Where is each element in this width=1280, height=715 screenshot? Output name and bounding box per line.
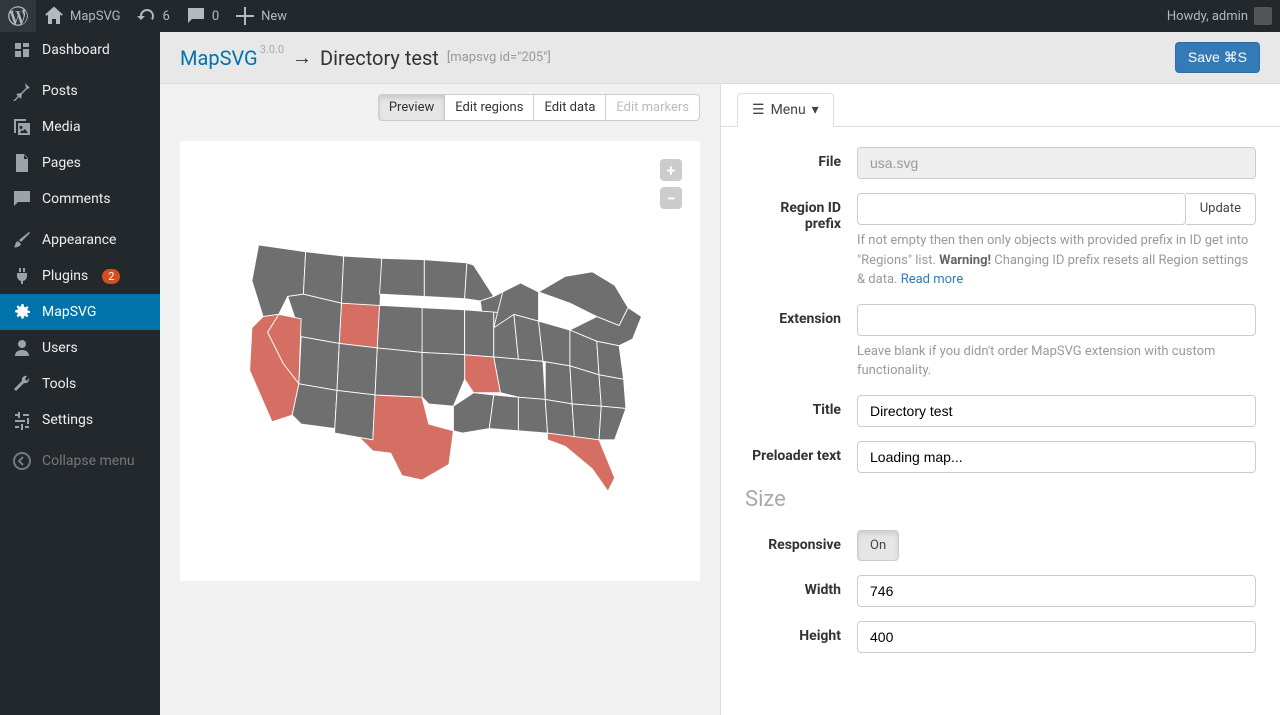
sliders-icon xyxy=(12,410,32,430)
prefix-label: Region ID prefix xyxy=(745,193,857,290)
comments-icon xyxy=(12,189,32,209)
site-link[interactable]: MapSVG xyxy=(36,0,129,32)
new-link[interactable]: New xyxy=(227,0,295,32)
sidebar-item-label: Dashboard xyxy=(42,42,110,58)
account-link[interactable]: Howdy, admin xyxy=(1167,7,1280,25)
caret-down-icon: ▾ xyxy=(812,102,819,118)
page-titlebar: MapSVG 3.0.0 → Directory test [mapsvg id… xyxy=(160,32,1280,84)
shortcode: [mapsvg id="205"] xyxy=(447,50,551,65)
responsive-toggle[interactable]: On xyxy=(857,530,899,561)
menu-label: Menu xyxy=(771,102,806,118)
height-label: Height xyxy=(745,621,857,653)
new-label: New xyxy=(261,9,287,24)
preloader-input[interactable] xyxy=(857,441,1256,473)
tab-preview[interactable]: Preview xyxy=(378,94,445,121)
sidebar-item-dashboard[interactable]: Dashboard xyxy=(0,32,160,68)
map-tabs: Preview Edit regions Edit data Edit mark… xyxy=(378,94,700,121)
extension-label: Extension xyxy=(745,304,857,381)
tab-edit-data[interactable]: Edit data xyxy=(533,94,606,121)
zoom-in-button[interactable]: + xyxy=(660,159,682,181)
sidebar-item-pages[interactable]: Pages xyxy=(0,145,160,181)
media-icon xyxy=(12,117,32,137)
preloader-label: Preloader text xyxy=(745,441,857,473)
extension-input[interactable] xyxy=(857,304,1256,336)
menu-dropdown[interactable]: ☰ Menu ▾ xyxy=(737,93,834,127)
prefix-input[interactable] xyxy=(857,193,1186,225)
title-input[interactable] xyxy=(857,395,1256,427)
wrench-icon xyxy=(12,374,32,394)
page-icon xyxy=(12,153,32,173)
sidebar-item-media[interactable]: Media xyxy=(0,109,160,145)
updates-count: 6 xyxy=(163,9,170,24)
sidebar-item-label: MapSVG xyxy=(42,304,96,320)
tab-edit-markers: Edit markers xyxy=(605,94,700,121)
comments-count: 0 xyxy=(212,9,219,24)
map-container: + − xyxy=(180,141,700,581)
settings-pane: ☰ Menu ▾ File Region ID prefix Update xyxy=(720,84,1280,715)
version: 3.0.0 xyxy=(260,43,284,56)
zoom-out-button[interactable]: − xyxy=(660,187,682,209)
size-heading: Size xyxy=(745,487,1256,512)
hamburger-icon: ☰ xyxy=(752,102,765,118)
comments-link[interactable]: 0 xyxy=(178,0,227,32)
brand-link[interactable]: MapSVG xyxy=(180,46,258,70)
page-title: Directory test xyxy=(320,46,439,70)
breadcrumb-arrow: → xyxy=(292,45,312,70)
collapse-icon xyxy=(12,451,32,471)
admin-bar: MapSVG 6 0 New Howdy, admin xyxy=(0,0,1280,32)
prefix-help: If not empty then then only objects with… xyxy=(857,231,1256,290)
sidebar-item-plugins[interactable]: Plugins 2 xyxy=(0,258,160,294)
sidebar-item-label: Pages xyxy=(42,155,81,171)
main-content: MapSVG 3.0.0 → Directory test [mapsvg id… xyxy=(160,32,1280,715)
map-pane: Preview Edit regions Edit data Edit mark… xyxy=(160,84,720,715)
save-button[interactable]: Save ⌘S xyxy=(1175,42,1260,73)
responsive-label: Responsive xyxy=(745,530,857,561)
sidebar-item-label: Settings xyxy=(42,412,93,428)
update-button[interactable]: Update xyxy=(1186,193,1256,225)
updates-link[interactable]: 6 xyxy=(129,0,178,32)
sidebar-item-label: Comments xyxy=(42,191,111,207)
usa-map[interactable] xyxy=(225,227,655,496)
plug-icon xyxy=(12,266,32,286)
extension-help: Leave blank if you didn't order MapSVG e… xyxy=(857,342,1256,381)
width-label: Width xyxy=(745,575,857,607)
sidebar-item-settings[interactable]: Settings xyxy=(0,402,160,438)
sidebar-item-label: Posts xyxy=(42,83,78,99)
tab-edit-regions[interactable]: Edit regions xyxy=(444,94,534,121)
avatar xyxy=(1254,7,1272,25)
user-icon xyxy=(12,338,32,358)
sidebar-item-label: Tools xyxy=(42,376,76,392)
sidebar-item-label: Collapse menu xyxy=(42,453,135,469)
sidebar-item-label: Users xyxy=(42,340,78,356)
height-input[interactable] xyxy=(857,621,1256,653)
gear-icon xyxy=(12,302,32,322)
sidebar-item-comments[interactable]: Comments xyxy=(0,181,160,217)
sidebar-item-posts[interactable]: Posts xyxy=(0,73,160,109)
dashboard-icon xyxy=(12,40,32,60)
sidebar-item-label: Appearance xyxy=(42,232,116,248)
file-label: File xyxy=(745,147,857,179)
brush-icon xyxy=(12,230,32,250)
admin-sidebar: Dashboard Posts Media Pages Comments App… xyxy=(0,32,160,715)
sidebar-item-mapsvg[interactable]: MapSVG xyxy=(0,294,160,330)
sidebar-item-tools[interactable]: Tools xyxy=(0,366,160,402)
sidebar-collapse[interactable]: Collapse menu xyxy=(0,443,160,479)
pin-icon xyxy=(12,81,32,101)
comment-icon xyxy=(186,6,206,26)
file-input xyxy=(857,147,1256,179)
sidebar-item-label: Media xyxy=(42,119,81,135)
width-input[interactable] xyxy=(857,575,1256,607)
sidebar-item-label: Plugins xyxy=(42,268,88,284)
greeting: Howdy, admin xyxy=(1167,9,1248,24)
sidebar-item-appearance[interactable]: Appearance xyxy=(0,222,160,258)
plugins-badge: 2 xyxy=(102,269,120,284)
sidebar-item-users[interactable]: Users xyxy=(0,330,160,366)
wp-logo[interactable] xyxy=(0,0,36,32)
update-icon xyxy=(137,6,157,26)
site-name: MapSVG xyxy=(70,9,121,24)
home-icon xyxy=(44,6,64,26)
plus-icon xyxy=(235,6,255,26)
read-more-link[interactable]: Read more xyxy=(901,272,964,287)
title-label: Title xyxy=(745,395,857,427)
